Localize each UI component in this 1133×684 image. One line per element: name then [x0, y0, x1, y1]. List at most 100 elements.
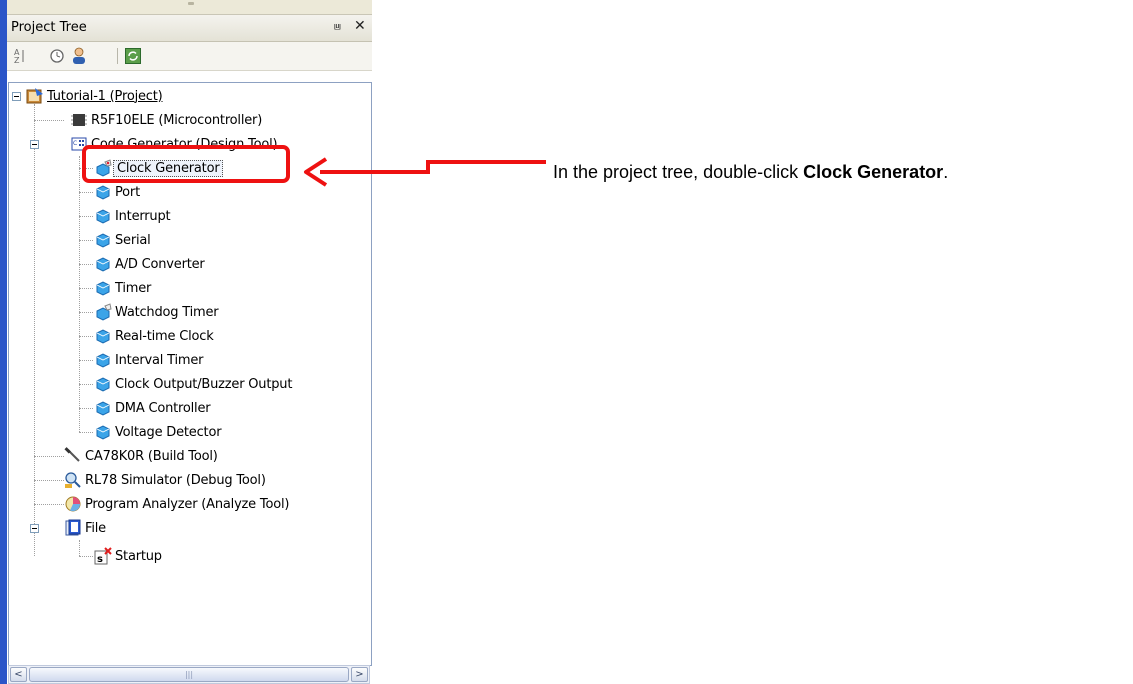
tree-line [79, 360, 93, 361]
tree-line [34, 480, 64, 481]
tree-node-build-tool[interactable]: CA78K0R (Build Tool) [64, 445, 218, 467]
simulator-icon [64, 471, 82, 489]
toolbar-separator [117, 48, 118, 64]
highlight-box [82, 145, 290, 183]
hammer-icon [64, 447, 82, 465]
tree-node-label: RL78 Simulator (Debug Tool) [85, 472, 266, 488]
module-icon [94, 351, 112, 369]
panel-titlebar: Project Tree ⩏ ✕ [7, 15, 372, 42]
tree-node-timer[interactable]: Timer [94, 277, 151, 299]
tree-line [79, 336, 93, 337]
module-icon [94, 375, 112, 393]
tree-node-label: CA78K0R (Build Tool) [85, 448, 218, 464]
scroll-thumb[interactable]: ||| [29, 667, 349, 682]
callout-arrow [304, 157, 546, 187]
tree-node-label: File [85, 520, 106, 536]
tree-node-label: Interval Timer [115, 352, 204, 368]
grip-icon[interactable] [188, 2, 194, 5]
tree-node-dma-controller[interactable]: DMA Controller [94, 397, 211, 419]
tree-node-ad-converter[interactable]: A/D Converter [94, 253, 205, 275]
instruction-bold: Clock Generator [803, 162, 944, 182]
watchdog-timer-icon [94, 303, 112, 321]
instruction-prefix: In the project tree, double-click [553, 162, 804, 182]
history-icon[interactable] [47, 46, 67, 66]
tree-node-serial[interactable]: Serial [94, 229, 151, 251]
tree-line [34, 120, 64, 121]
tree-node-label: Startup [115, 548, 162, 564]
tree-node-interval-timer[interactable]: Interval Timer [94, 349, 203, 371]
tree-line [79, 556, 93, 557]
tree-line [79, 156, 80, 432]
project-tree-panel: Project Tree ⩏ ✕ AZ Tutorial-1 (Project)… [0, 0, 372, 684]
module-icon [94, 423, 112, 441]
tree-line [79, 240, 93, 241]
tree-node-label: Clock Output/Buzzer Output [115, 376, 293, 392]
tree-line [79, 264, 93, 265]
user-icon[interactable] [69, 46, 89, 66]
scroll-left-icon[interactable]: < [10, 667, 27, 682]
tree-line [34, 504, 64, 505]
tree-line [79, 288, 93, 289]
module-icon [94, 279, 112, 297]
tree-node-label: Voltage Detector [115, 424, 222, 440]
panel-title: Project Tree [11, 20, 87, 35]
tree-line [79, 216, 93, 217]
close-icon[interactable]: ✕ [354, 18, 366, 34]
collapse-file-button[interactable] [30, 524, 39, 533]
tree-node-interrupt[interactable]: Interrupt [94, 205, 171, 227]
tree-node-watchdog-timer[interactable]: Watchdog Timer [94, 301, 219, 323]
tree-node-label: A/D Converter [115, 256, 205, 272]
svg-text:C: C [73, 140, 77, 147]
analyzer-icon [64, 495, 82, 513]
tree-line [79, 384, 93, 385]
module-icon [94, 207, 112, 225]
panel-edge [0, 0, 7, 684]
instruction-text: In the project tree, double-click Clock … [553, 162, 948, 183]
panel-top-strip [7, 0, 372, 15]
module-icon [94, 327, 112, 345]
scroll-right-icon[interactable]: > [351, 667, 368, 682]
tree-node-label: Serial [115, 232, 151, 248]
tree-line [79, 432, 93, 433]
file-folder-icon [64, 519, 82, 537]
tree-node-analyze-tool[interactable]: Program Analyzer (Analyze Tool) [64, 493, 289, 515]
module-icon [94, 231, 112, 249]
collapse-project-button[interactable] [12, 92, 21, 101]
module-icon [94, 255, 112, 273]
tree-node-label: Tutorial-1 (Project) [47, 88, 163, 104]
panel-toolbar: AZ [7, 42, 372, 71]
tree-node-label: Real-time Clock [115, 328, 214, 344]
tree-node-file[interactable]: File [64, 517, 106, 539]
tree-node-voltage-detector[interactable]: Voltage Detector [94, 421, 222, 443]
module-icon [94, 183, 112, 201]
tree-line [79, 312, 93, 313]
tree-node-label: Port [115, 184, 140, 200]
collapse-code-generator-button[interactable] [30, 140, 39, 149]
tree-node-label: Interrupt [115, 208, 171, 224]
tree-node-clock-output[interactable]: Clock Output/Buzzer Output [94, 373, 292, 395]
tree-node-label: R5F10ELE (Microcontroller) [91, 112, 263, 128]
tree-line [79, 192, 93, 193]
instruction-suffix: . [943, 162, 949, 182]
microcontroller-icon [70, 111, 88, 129]
tree-node-real-time-clock[interactable]: Real-time Clock [94, 325, 214, 347]
module-icon [94, 399, 112, 417]
tree-line [79, 408, 93, 409]
tree-node-project[interactable]: Tutorial-1 (Project) [26, 85, 163, 107]
tree-node-label: Program Analyzer (Analyze Tool) [85, 496, 290, 512]
sort-icon[interactable]: AZ [9, 46, 29, 66]
tree-node-label: Timer [115, 280, 152, 296]
startup-file-icon: s [94, 547, 112, 565]
tree-line [34, 456, 64, 457]
project-icon [26, 87, 44, 105]
tree-line [79, 540, 80, 556]
tree-line [34, 104, 35, 556]
horizontal-scrollbar[interactable]: < ||| > [8, 665, 370, 684]
tree-node-microcontroller[interactable]: R5F10ELE (Microcontroller) [70, 109, 262, 131]
tree-node-startup[interactable]: s Startup [94, 545, 162, 567]
refresh-icon[interactable] [123, 46, 143, 66]
svg-text:Z: Z [14, 56, 20, 65]
pin-icon[interactable]: ⩏ [334, 19, 341, 34]
tree-node-port[interactable]: Port [94, 181, 140, 203]
tree-node-debug-tool[interactable]: RL78 Simulator (Debug Tool) [64, 469, 266, 491]
